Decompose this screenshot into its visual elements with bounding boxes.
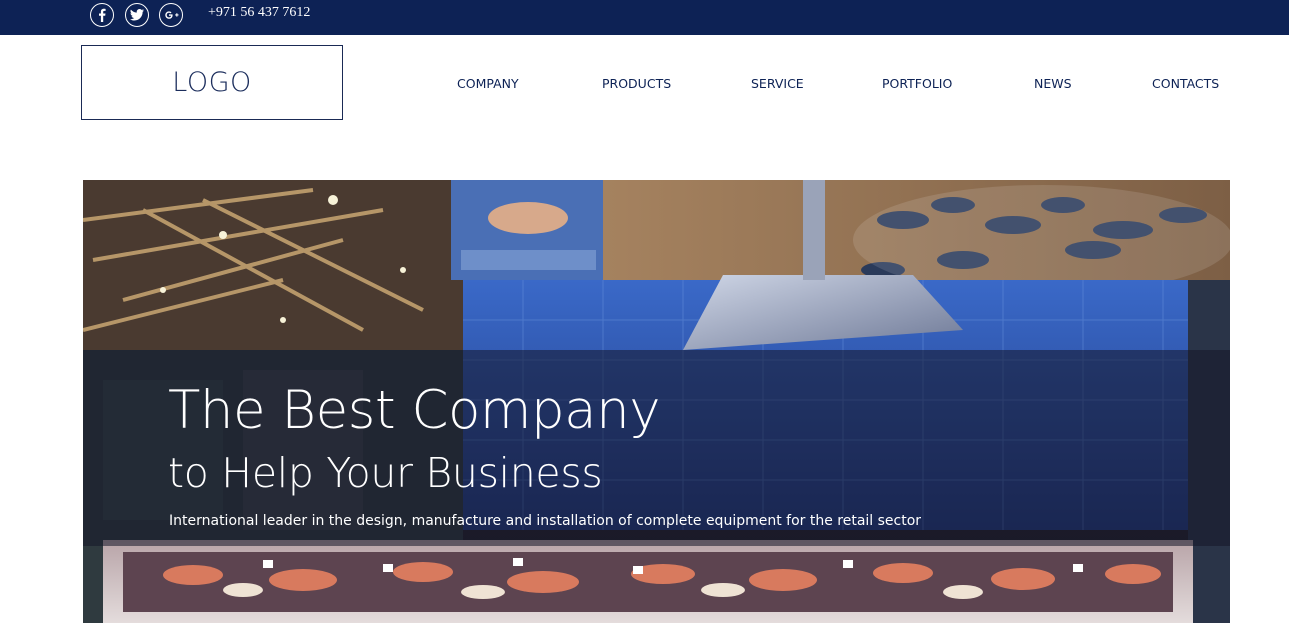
nav-service[interactable]: SERVICE: [751, 76, 804, 91]
nav-news[interactable]: NEWS: [1034, 76, 1072, 91]
phone-number[interactable]: +971 56 437 7612: [208, 5, 310, 21]
logo[interactable]: LOGO: [81, 45, 343, 120]
nav-portfolio[interactable]: PORTFOLIO: [882, 76, 952, 91]
hero-title: The Best Company: [168, 380, 661, 441]
hero-subtitle: to Help Your Business: [168, 449, 603, 497]
google-plus-icon[interactable]: [159, 3, 183, 27]
facebook-icon[interactable]: [90, 3, 114, 27]
nav-company[interactable]: COMPANY: [457, 76, 519, 91]
hero-banner: The Best Company to Help Your Business I…: [83, 180, 1230, 623]
logo-text: LOGO: [172, 67, 252, 98]
top-bar: +971 56 437 7612: [0, 0, 1289, 35]
nav-products[interactable]: PRODUCTS: [602, 76, 671, 91]
hero-description: International leader in the design, manu…: [169, 513, 922, 529]
nav-contacts[interactable]: CONTACTS: [1152, 76, 1219, 91]
twitter-icon[interactable]: [125, 3, 149, 27]
